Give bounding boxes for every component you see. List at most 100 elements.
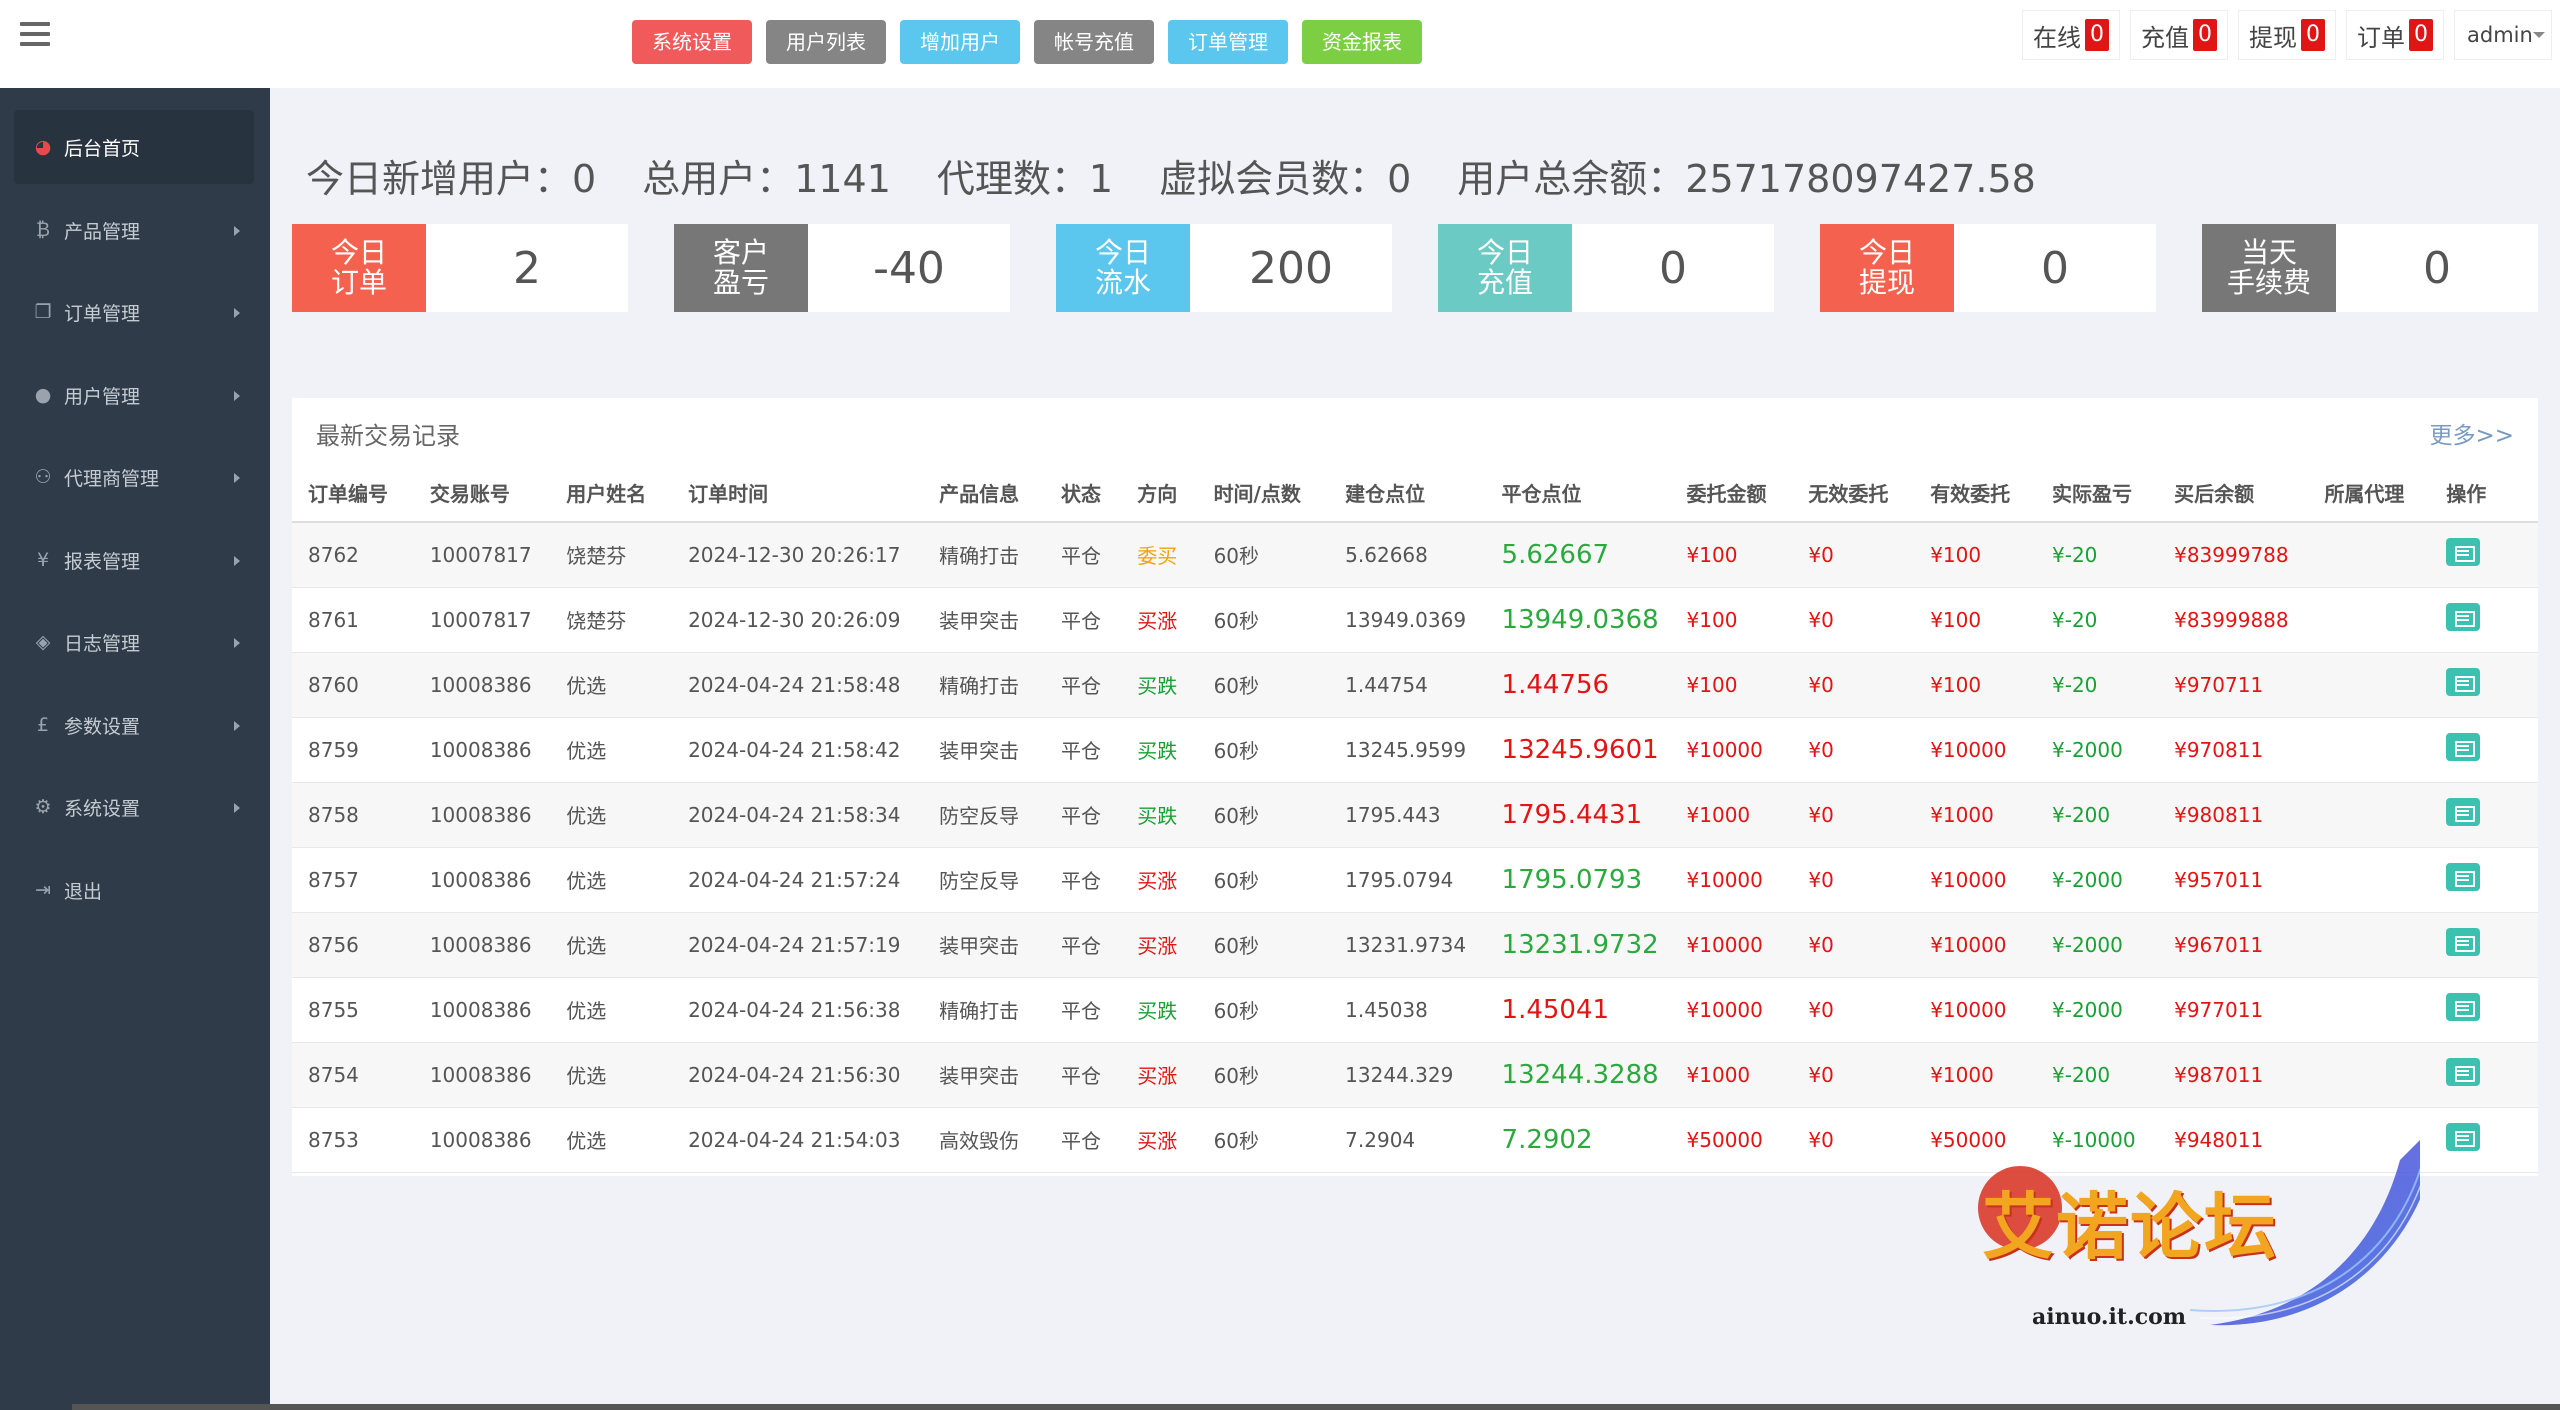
view-detail-icon[interactable] — [2446, 798, 2481, 826]
summary-line: 今日新增用户：0 总用户：1141 代理数：1 虚拟会员数：0 用户总余额：25… — [306, 148, 2036, 203]
nav-button-fund-report[interactable]: 资金报表 — [1302, 20, 1422, 64]
agent-cell — [2308, 652, 2431, 718]
online-counter[interactable]: 在线 0 — [2022, 10, 2120, 60]
balance-cell: ¥83999888 — [2158, 587, 2309, 653]
pnl-cell: ¥-2000 — [2036, 977, 2159, 1043]
balance-cell: ¥980811 — [2158, 782, 2309, 848]
order-time-cell: 2024-04-24 21:57:19 — [672, 912, 924, 978]
account-cell: 10008386 — [413, 847, 551, 913]
view-detail-icon[interactable] — [2446, 1123, 2481, 1151]
chevron-right-icon — [234, 638, 240, 648]
table-row: 8761 10007817 饶楚芬 2024-12-30 20:26:09 装甲突击 平仓… — [292, 587, 2538, 653]
view-detail-icon[interactable] — [2446, 863, 2481, 891]
stat-card-today-recharge: 今日 充值 0 — [1438, 224, 1774, 312]
period-cell: 60秒 — [1197, 782, 1330, 848]
account-cell: 10008386 — [413, 782, 551, 848]
invalid-amount-cell: ¥0 — [1792, 1042, 1915, 1108]
balance-cell: ¥967011 — [2158, 912, 2309, 978]
sidebar-item-logs[interactable]: ◈ 日志管理 — [14, 605, 254, 679]
nav-button-system-settings[interactable]: 系统设置 — [632, 20, 752, 64]
table-row: 8756 10008386 优选 2024-04-24 21:57:19 装甲突击 平仓买… — [292, 912, 2538, 978]
column-header: 建仓点位 — [1329, 464, 1486, 523]
actions-cell — [2430, 1107, 2538, 1173]
pnl-cell: ¥-20 — [2036, 522, 2159, 588]
column-header: 用户姓名 — [550, 464, 673, 523]
invalid-amount-cell: ¥0 — [1792, 782, 1915, 848]
column-header: 委托金额 — [1670, 464, 1793, 523]
user-icon: ● — [34, 384, 52, 406]
column-header: 订单编号 — [292, 464, 414, 523]
sidebar-item-logout[interactable]: ⇥ 退出 — [14, 853, 254, 927]
sidebar-item-products[interactable]: ₿ 产品管理 — [14, 193, 254, 267]
order-id-cell: 8756 — [292, 912, 414, 978]
sidebar-item-dashboard[interactable]: ◕ 后台首页 — [14, 110, 254, 184]
withdraw-counter[interactable]: 提现 0 — [2238, 10, 2336, 60]
valid-amount-cell: ¥100 — [1914, 652, 2037, 718]
sidebar-item-system[interactable]: ⚙ 系统设置 — [14, 770, 254, 844]
nav-button-order-management[interactable]: 订单管理 — [1168, 20, 1288, 64]
sidebar-item-orders[interactable]: ❐ 订单管理 — [14, 275, 254, 349]
view-detail-icon[interactable] — [2446, 993, 2481, 1021]
sidebar-item-label: 系统设置 — [64, 797, 141, 820]
sidebar-item-reports[interactable]: ¥ 报表管理 — [14, 523, 254, 597]
order-time-cell: 2024-04-24 21:58:42 — [672, 717, 924, 783]
view-detail-icon[interactable] — [2446, 603, 2481, 631]
total-users: 总用户：1141 — [642, 157, 891, 201]
nav-button-add-user[interactable]: 增加用户 — [900, 20, 1020, 64]
stat-card-value: 0 — [2423, 242, 2451, 294]
product-cell: 装甲突击 — [923, 717, 1045, 783]
withdraw-label: 提现 — [2249, 23, 2297, 52]
view-detail-icon[interactable] — [2446, 538, 2481, 567]
withdraw-count-badge: 0 — [2301, 19, 2325, 51]
pnl-cell: ¥-20 — [2036, 652, 2159, 718]
status-cell: 平仓 — [1045, 912, 1122, 978]
sidebar-item-parameters[interactable]: £ 参数设置 — [14, 688, 254, 762]
product-cell: 装甲突击 — [923, 912, 1045, 978]
period-cell: 60秒 — [1197, 847, 1330, 913]
view-detail-icon[interactable] — [2446, 733, 2481, 761]
direction-cell: 买跌 — [1121, 977, 1198, 1043]
admin-menu[interactable]: admin — [2454, 10, 2552, 60]
account-cell: 10008386 — [413, 652, 551, 718]
view-detail-icon[interactable] — [2446, 1058, 2481, 1086]
nav-button-user-list[interactable]: 用户列表 — [766, 20, 886, 64]
balance-cell: ¥970811 — [2158, 717, 2309, 783]
online-count-badge: 0 — [2085, 19, 2109, 51]
direction-cell: 买跌 — [1121, 652, 1198, 718]
product-cell: 防空反导 — [923, 782, 1045, 848]
table-row: 8759 10008386 优选 2024-04-24 21:58:42 装甲突击 平仓买… — [292, 717, 2538, 783]
table-row: 8758 10008386 优选 2024-04-24 21:58:34 防空反导 平仓买… — [292, 782, 2538, 848]
bottom-scrollbar[interactable] — [72, 1404, 2560, 1410]
invalid-amount-cell: ¥0 — [1792, 1107, 1915, 1173]
recharge-counter[interactable]: 充值 0 — [2130, 10, 2228, 60]
sidebar-item-users[interactable]: ● 用户管理 — [14, 358, 254, 432]
menu-toggle-icon[interactable] — [20, 22, 50, 46]
column-header: 实际盈亏 — [2036, 464, 2159, 523]
column-header: 状态 — [1045, 464, 1122, 523]
view-detail-icon[interactable] — [2446, 928, 2481, 956]
bitcoin-icon: ₿ — [35, 218, 51, 241]
amount-cell: ¥1000 — [1670, 782, 1793, 848]
order-time-cell: 2024-04-24 21:58:34 — [672, 782, 924, 848]
direction-cell: 买涨 — [1121, 1107, 1198, 1173]
user-name-cell: 优选 — [550, 1042, 673, 1108]
status-cell: 平仓 — [1045, 847, 1122, 913]
amount-cell: ¥10000 — [1670, 717, 1793, 783]
stat-card-today-fee: 当天 手续费 0 — [2202, 224, 2538, 312]
trades-table: 订单编号 交易账号 用户姓名 订单时间 产品信息 状态 方向 时间/点数 建仓点… — [292, 464, 2538, 1173]
sign-out-icon: ⇥ — [35, 879, 51, 901]
chevron-down-icon — [2532, 32, 2545, 38]
status-cell: 平仓 — [1045, 1042, 1122, 1108]
admin-username: admin — [2467, 23, 2533, 47]
nav-button-account-recharge[interactable]: 帐号充值 — [1034, 20, 1154, 64]
orders-counter[interactable]: 订单 0 — [2346, 10, 2444, 60]
column-header: 有效委托 — [1914, 464, 2037, 523]
online-label: 在线 — [2033, 23, 2081, 52]
direction-cell: 买跌 — [1121, 782, 1198, 848]
sidebar-item-agents[interactable]: ⚇ 代理商管理 — [14, 440, 254, 514]
agent-cell — [2308, 1042, 2431, 1108]
product-cell: 精确打击 — [923, 652, 1045, 718]
direction-cell: 买涨 — [1121, 1042, 1198, 1108]
view-detail-icon[interactable] — [2446, 668, 2481, 696]
more-link[interactable]: 更多>> — [2429, 416, 2514, 450]
